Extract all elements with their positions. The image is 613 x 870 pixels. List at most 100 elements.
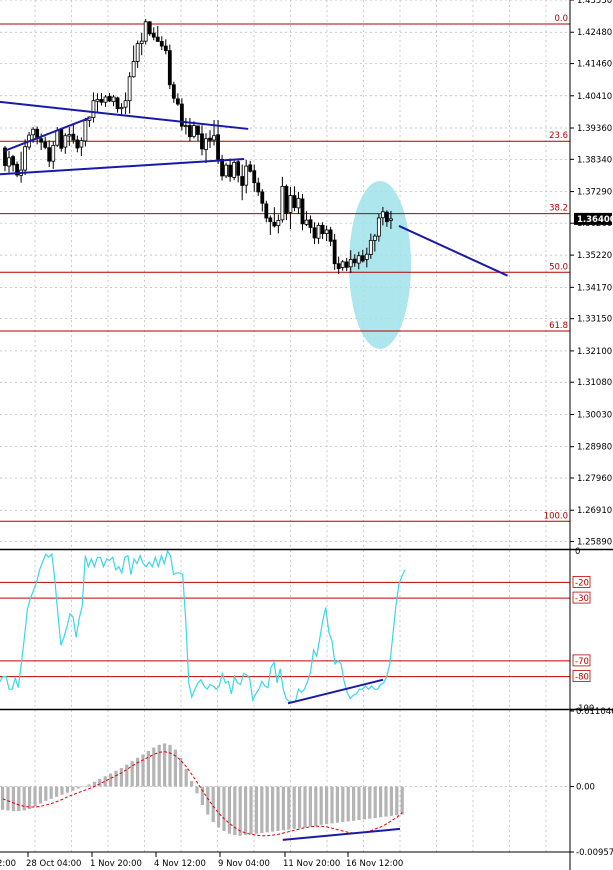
- oscillator-tick-label: -80: [575, 673, 589, 683]
- bullish-candle: [31, 128, 36, 136]
- bearish-candle: [344, 261, 349, 268]
- axis-layer: 1.43530 1.42480 1.41460 1.40410 1.39360 1.383…: [0, 0, 613, 870]
- bullish-candle: [376, 217, 381, 237]
- histogram-bar: [341, 786, 345, 823]
- bullish-candle: [244, 165, 249, 186]
- bearish-candle: [167, 50, 172, 86]
- bearish-candle: [200, 133, 204, 150]
- bullish-candle: [304, 219, 309, 225]
- bearish-candle: [107, 95, 112, 102]
- fib-level-label: 50.0: [549, 262, 568, 272]
- time-tick-label: 28 Oct 04:00: [26, 859, 81, 869]
- histogram-bar: [217, 786, 221, 828]
- histogram-tick-label: -0.009575: [576, 848, 613, 858]
- histogram-bar: [265, 786, 269, 833]
- bearish-candle: [75, 139, 80, 149]
- histogram-bar: [362, 786, 366, 820]
- bearish-candle: [216, 134, 220, 160]
- histogram-bar: [389, 786, 393, 816]
- histogram-bar: [82, 786, 86, 788]
- fib-level-label: 23.6: [549, 131, 568, 141]
- bullish-candle: [119, 107, 124, 110]
- price-tick-label: 1.42480: [577, 28, 612, 38]
- histogram-bar: [368, 786, 372, 819]
- histogram-bar: [222, 786, 226, 831]
- bullish-candle: [288, 195, 293, 213]
- price-tick-label: 1.40410: [577, 92, 612, 102]
- bearish-candle: [47, 147, 52, 162]
- histogram-bar: [244, 786, 248, 836]
- price-tick-label: 1.30030: [577, 410, 612, 420]
- bullish-candle: [83, 120, 88, 142]
- fib-level-label: 61.8: [549, 321, 568, 331]
- price-tick-label: 1.35220: [577, 251, 612, 261]
- bearish-candle: [260, 191, 265, 204]
- histogram-bar: [384, 786, 388, 817]
- bearish-candle: [99, 99, 104, 103]
- bearish-candle: [360, 255, 365, 262]
- bullish-candle: [276, 220, 281, 227]
- bullish-candle: [143, 21, 148, 42]
- bullish-candle: [212, 135, 216, 141]
- histogram-bar: [55, 786, 59, 797]
- histogram-bar: [319, 786, 323, 825]
- histogram-bar: [168, 744, 172, 787]
- histogram-bar: [119, 768, 123, 787]
- bearish-candle: [11, 156, 15, 166]
- bearish-candle: [248, 164, 253, 172]
- bullish-candle: [7, 157, 11, 167]
- bullish-candle: [380, 211, 385, 219]
- bearish-candle: [220, 158, 224, 177]
- bullish-candle: [280, 185, 285, 221]
- bullish-candle: [111, 96, 116, 103]
- price-tick-label: 1.28980: [577, 443, 612, 453]
- histogram-bar: [271, 786, 275, 832]
- histogram-bar: [157, 744, 161, 787]
- histogram-bar: [114, 770, 118, 787]
- histogram-bar: [206, 786, 210, 815]
- histogram-bar: [6, 786, 10, 811]
- histogram-bar: [238, 786, 242, 836]
- oscillator-tick-label: -70: [575, 657, 589, 667]
- histogram-bar: [125, 764, 129, 787]
- price-tick-label: 1.37290: [577, 188, 612, 198]
- histogram-bar: [49, 786, 53, 799]
- histogram-bar: [211, 786, 215, 823]
- bearish-candle: [163, 45, 168, 52]
- time-tick-label: 11 Nov 20:00: [283, 859, 340, 869]
- fib-level-label: 100.0: [544, 511, 568, 521]
- histogram-bar: [254, 786, 258, 834]
- bearish-candle: [159, 41, 164, 47]
- fib-level-label: 0.0: [554, 14, 568, 24]
- histogram-bar: [141, 754, 145, 787]
- bullish-candle: [127, 76, 132, 102]
- histogram-bar: [395, 786, 399, 816]
- bullish-candle: [296, 197, 301, 209]
- bearish-candle: [115, 97, 120, 110]
- bearish-candle: [147, 21, 152, 35]
- bearish-candle: [43, 141, 48, 148]
- bearish-candle: [264, 203, 269, 219]
- bearish-candle: [171, 84, 176, 99]
- histogram-bar: [1, 786, 5, 810]
- price-tick-label: 1.38340: [577, 155, 612, 165]
- histogram-bar: [330, 786, 334, 824]
- price-tick-label: 1.32100: [577, 347, 612, 357]
- histogram-bar: [298, 786, 302, 829]
- histogram-bar: [65, 786, 69, 793]
- bearish-candle: [240, 176, 245, 186]
- time-tick-label: 16 Nov 12:00: [346, 859, 403, 869]
- histogram-bar: [373, 786, 377, 818]
- histogram-panel: [0, 743, 570, 841]
- bullish-candle: [51, 145, 56, 162]
- bullish-candle: [91, 100, 96, 118]
- bullish-candle: [368, 239, 373, 255]
- bullish-candle: [63, 135, 68, 148]
- bullish-candle: [131, 61, 136, 78]
- oscillator-tick-label: -20: [575, 578, 589, 588]
- price-tick-label: 1.33150: [577, 315, 612, 325]
- histogram-bar: [335, 786, 339, 823]
- bullish-candle: [79, 140, 84, 148]
- bearish-candle: [228, 164, 233, 177]
- bullish-candle: [232, 162, 237, 178]
